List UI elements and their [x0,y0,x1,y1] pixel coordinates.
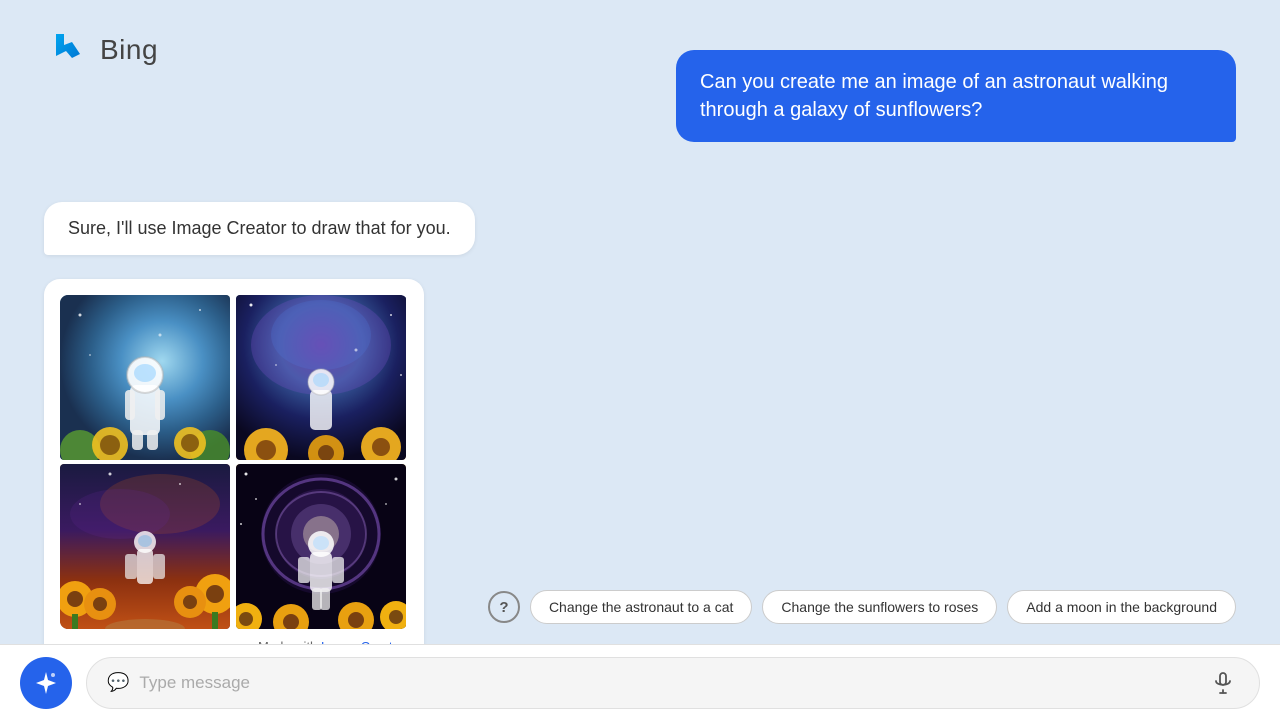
new-topic-button[interactable] [20,657,72,709]
chip-change-astronaut[interactable]: Change the astronaut to a cat [530,590,752,624]
user-message-bubble: Can you create me an image of an astrona… [676,50,1236,142]
chip-add-moon[interactable]: Add a moon in the background [1007,590,1236,624]
message-input-wrapper: 💬 [86,657,1260,709]
microphone-icon [1211,671,1235,695]
generated-image-2[interactable] [236,295,406,460]
suggestion-chips-area: ? Change the astronaut to a cat Change t… [0,590,1280,624]
sparkle-icon [33,670,59,696]
image-grid [60,295,408,629]
assistant-message-bubble: Sure, I'll use Image Creator to draw tha… [44,202,475,255]
chip-change-sunflowers[interactable]: Change the sunflowers to roses [762,590,997,624]
input-bar: 💬 [0,644,1280,720]
microphone-button[interactable] [1207,667,1239,699]
generated-image-1[interactable] [60,295,230,460]
help-button[interactable]: ? [488,591,520,623]
message-input[interactable] [139,673,1197,693]
chat-area: Can you create me an image of an astrona… [0,20,1280,640]
chat-bubble-icon: 💬 [107,672,129,693]
